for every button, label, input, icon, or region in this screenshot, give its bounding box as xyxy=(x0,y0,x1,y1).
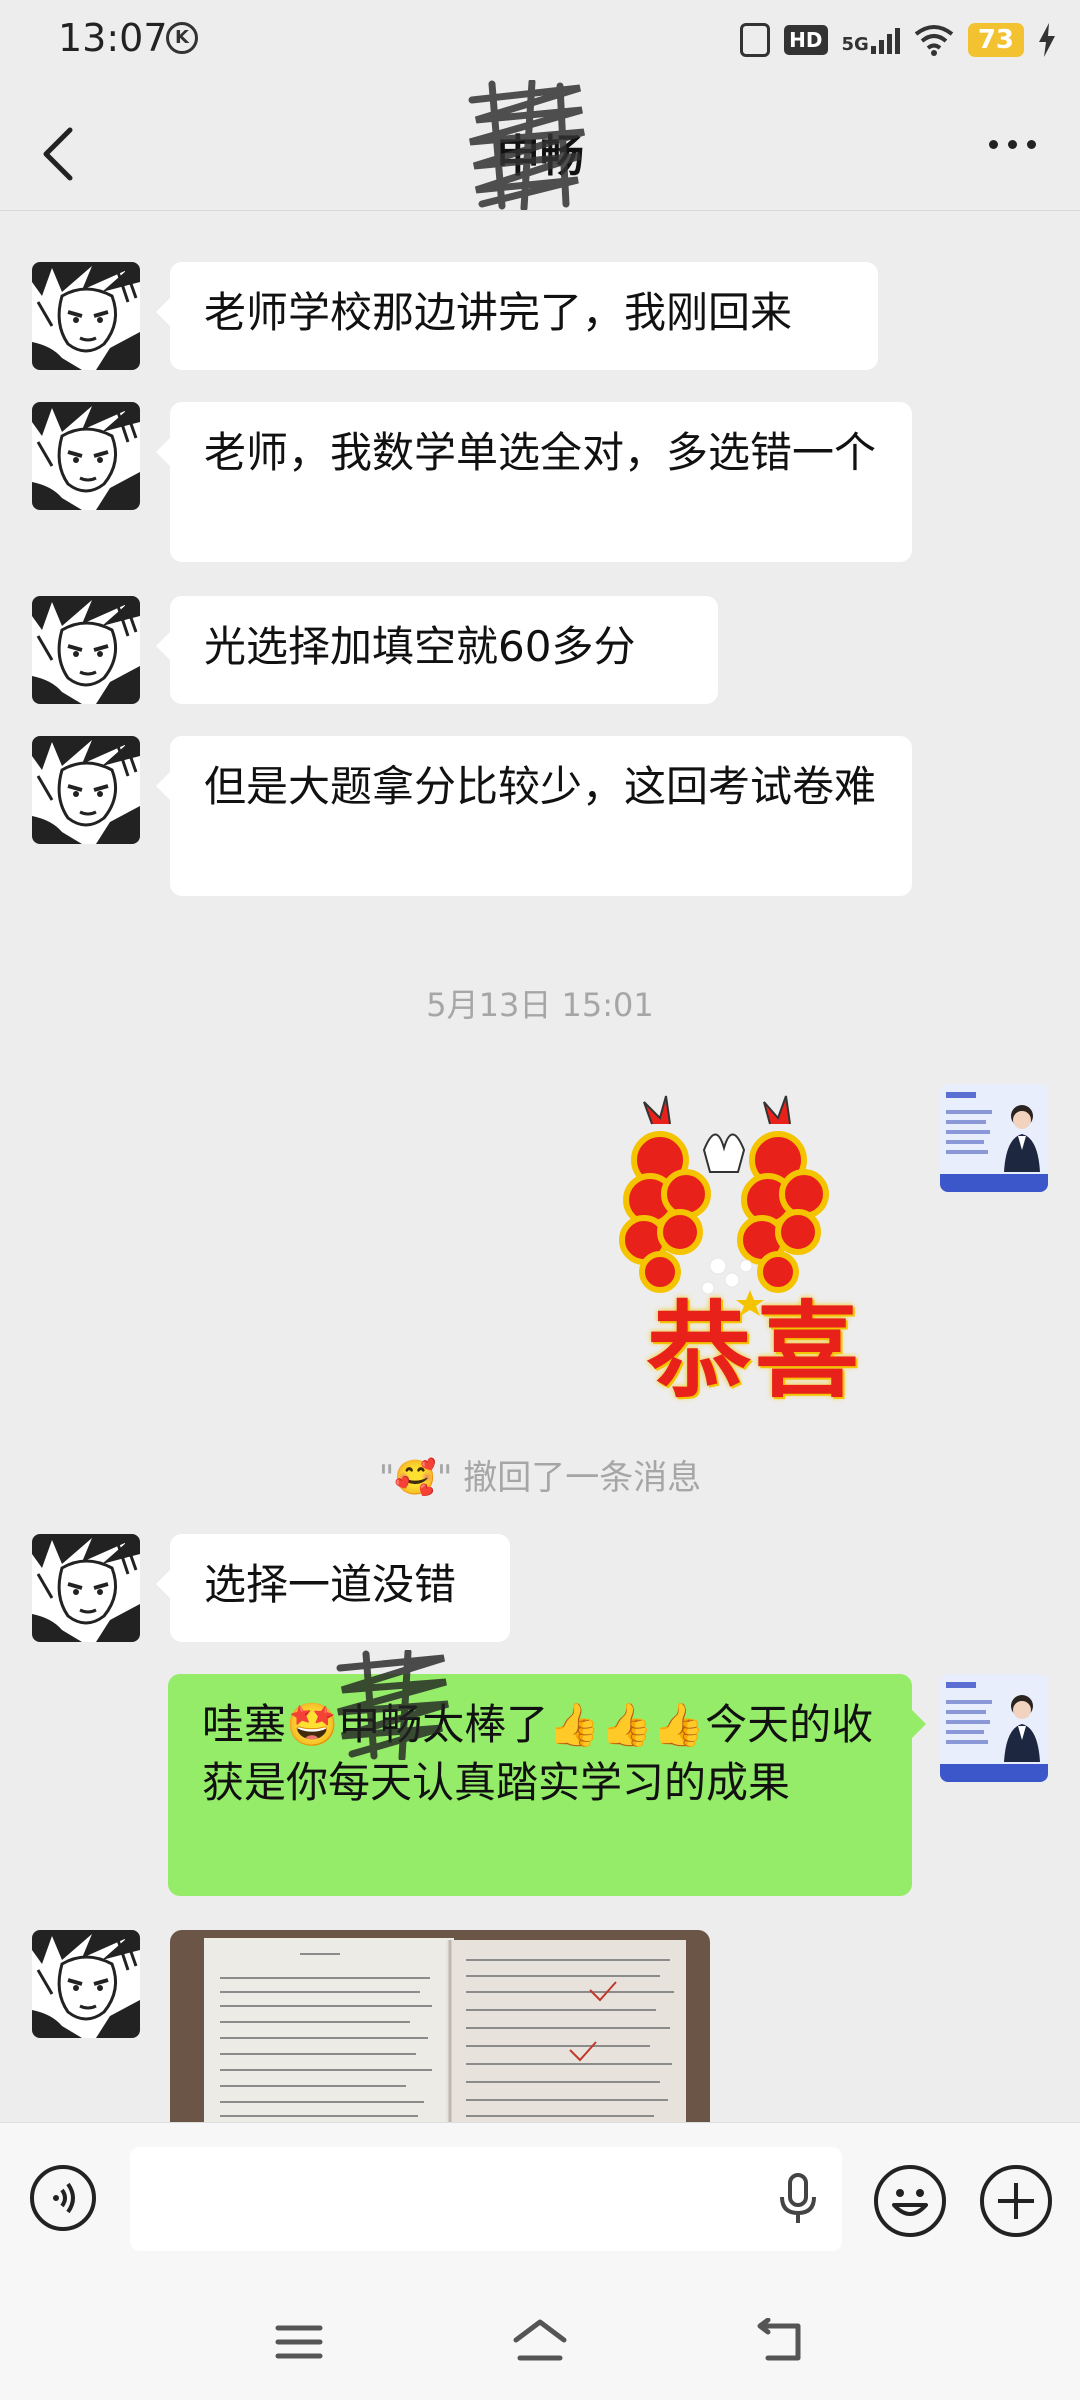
message-text: 但是大题拿分比较少，这回考试卷难 xyxy=(204,762,877,811)
header-divider xyxy=(0,210,1080,211)
chat-header: 申畅 xyxy=(0,80,1080,210)
message-input[interactable] xyxy=(130,2147,842,2251)
sticker-congrats[interactable]: 恭喜 xyxy=(600,1090,910,1412)
message-bubble[interactable]: 但是大题拿分比较少，这回考试卷难 xyxy=(156,736,912,896)
teacher-avatar[interactable] xyxy=(940,1084,1048,1192)
home-icon[interactable] xyxy=(510,2316,570,2366)
message-text: 老师学校那边讲完了，我刚回来 xyxy=(204,288,793,337)
menu-icon[interactable] xyxy=(274,2322,324,2362)
message-text: 光选择加填空就60多分 xyxy=(204,622,636,671)
sticker-text: 恭喜 xyxy=(646,1289,863,1412)
message-bubble-outgoing[interactable]: 哇塞🤩申畅太棒了👍👍👍今天的收获是你每天认真踏实学习的成果 xyxy=(168,1674,926,1896)
microphone-icon[interactable] xyxy=(778,2173,818,2225)
signal-icon xyxy=(870,26,900,54)
network-type: 5G xyxy=(841,34,869,55)
message-bubble[interactable]: 老师，我数学单选全对，多选错一个 xyxy=(156,402,912,562)
status-icons: HD 5G 73 xyxy=(740,18,1056,62)
image-message[interactable] xyxy=(170,1930,710,2122)
status-bar: 13:07 K HD 5G 73 xyxy=(0,0,1080,80)
plus-icon xyxy=(998,2183,1034,2219)
exam-paper-photo xyxy=(204,1938,686,2122)
battery-indicator: 73 xyxy=(967,23,1024,57)
redaction-scribble xyxy=(468,80,586,210)
message-bubble[interactable]: 光选择加填空就60多分 xyxy=(156,596,718,704)
charging-icon xyxy=(1039,23,1055,57)
message-bubble[interactable]: 老师学校那边讲完了，我刚回来 xyxy=(156,262,878,370)
emoji-icon: 🥰 xyxy=(394,1458,437,1498)
back-nav-icon[interactable] xyxy=(754,2318,808,2366)
redaction-scribble xyxy=(336,1650,450,1760)
avatar[interactable] xyxy=(32,402,140,510)
avatar[interactable] xyxy=(32,262,140,370)
voice-toggle-button[interactable] xyxy=(30,2165,96,2231)
message-text: 老师，我数学单选全对，多选错一个 xyxy=(204,428,877,477)
teacher-avatar[interactable] xyxy=(940,1674,1048,1782)
voice-wave-icon xyxy=(53,2182,75,2214)
message-bubble[interactable]: 选择一道没错 xyxy=(156,1534,510,1642)
message-text: 选择一道没错 xyxy=(204,1560,457,1609)
emoji-button[interactable] xyxy=(874,2165,946,2237)
avatar[interactable] xyxy=(32,736,140,844)
recall-quote-open: " xyxy=(378,1458,395,1498)
message-text: 哇塞🤩申畅太棒了👍👍👍今天的收获是你每天认真踏实学习的成果 xyxy=(202,1700,874,1807)
chat-timestamp: 5月13日 15:01 xyxy=(426,986,654,1024)
recall-text: 撤回了一条消息 xyxy=(452,1458,702,1498)
status-time: 13:07 xyxy=(58,16,168,60)
avatar[interactable] xyxy=(32,1930,140,2038)
smiley-icon xyxy=(892,2189,928,2216)
more-dots-icon[interactable] xyxy=(989,140,1036,149)
recall-notice: "🥰" 撤回了一条消息 xyxy=(0,1450,1080,1499)
avatar[interactable] xyxy=(32,596,140,704)
hd-badge: HD xyxy=(784,25,828,55)
avatar[interactable] xyxy=(32,1534,140,1642)
wifi-icon xyxy=(914,25,954,56)
system-nav-bar xyxy=(0,2282,1080,2400)
recall-quote-close: " xyxy=(436,1458,453,1498)
signal-group: 5G xyxy=(842,26,900,54)
add-button[interactable] xyxy=(980,2165,1052,2237)
vibrate-icon xyxy=(740,23,771,57)
k-badge-icon: K xyxy=(166,22,198,54)
input-bar xyxy=(0,2122,1080,2283)
